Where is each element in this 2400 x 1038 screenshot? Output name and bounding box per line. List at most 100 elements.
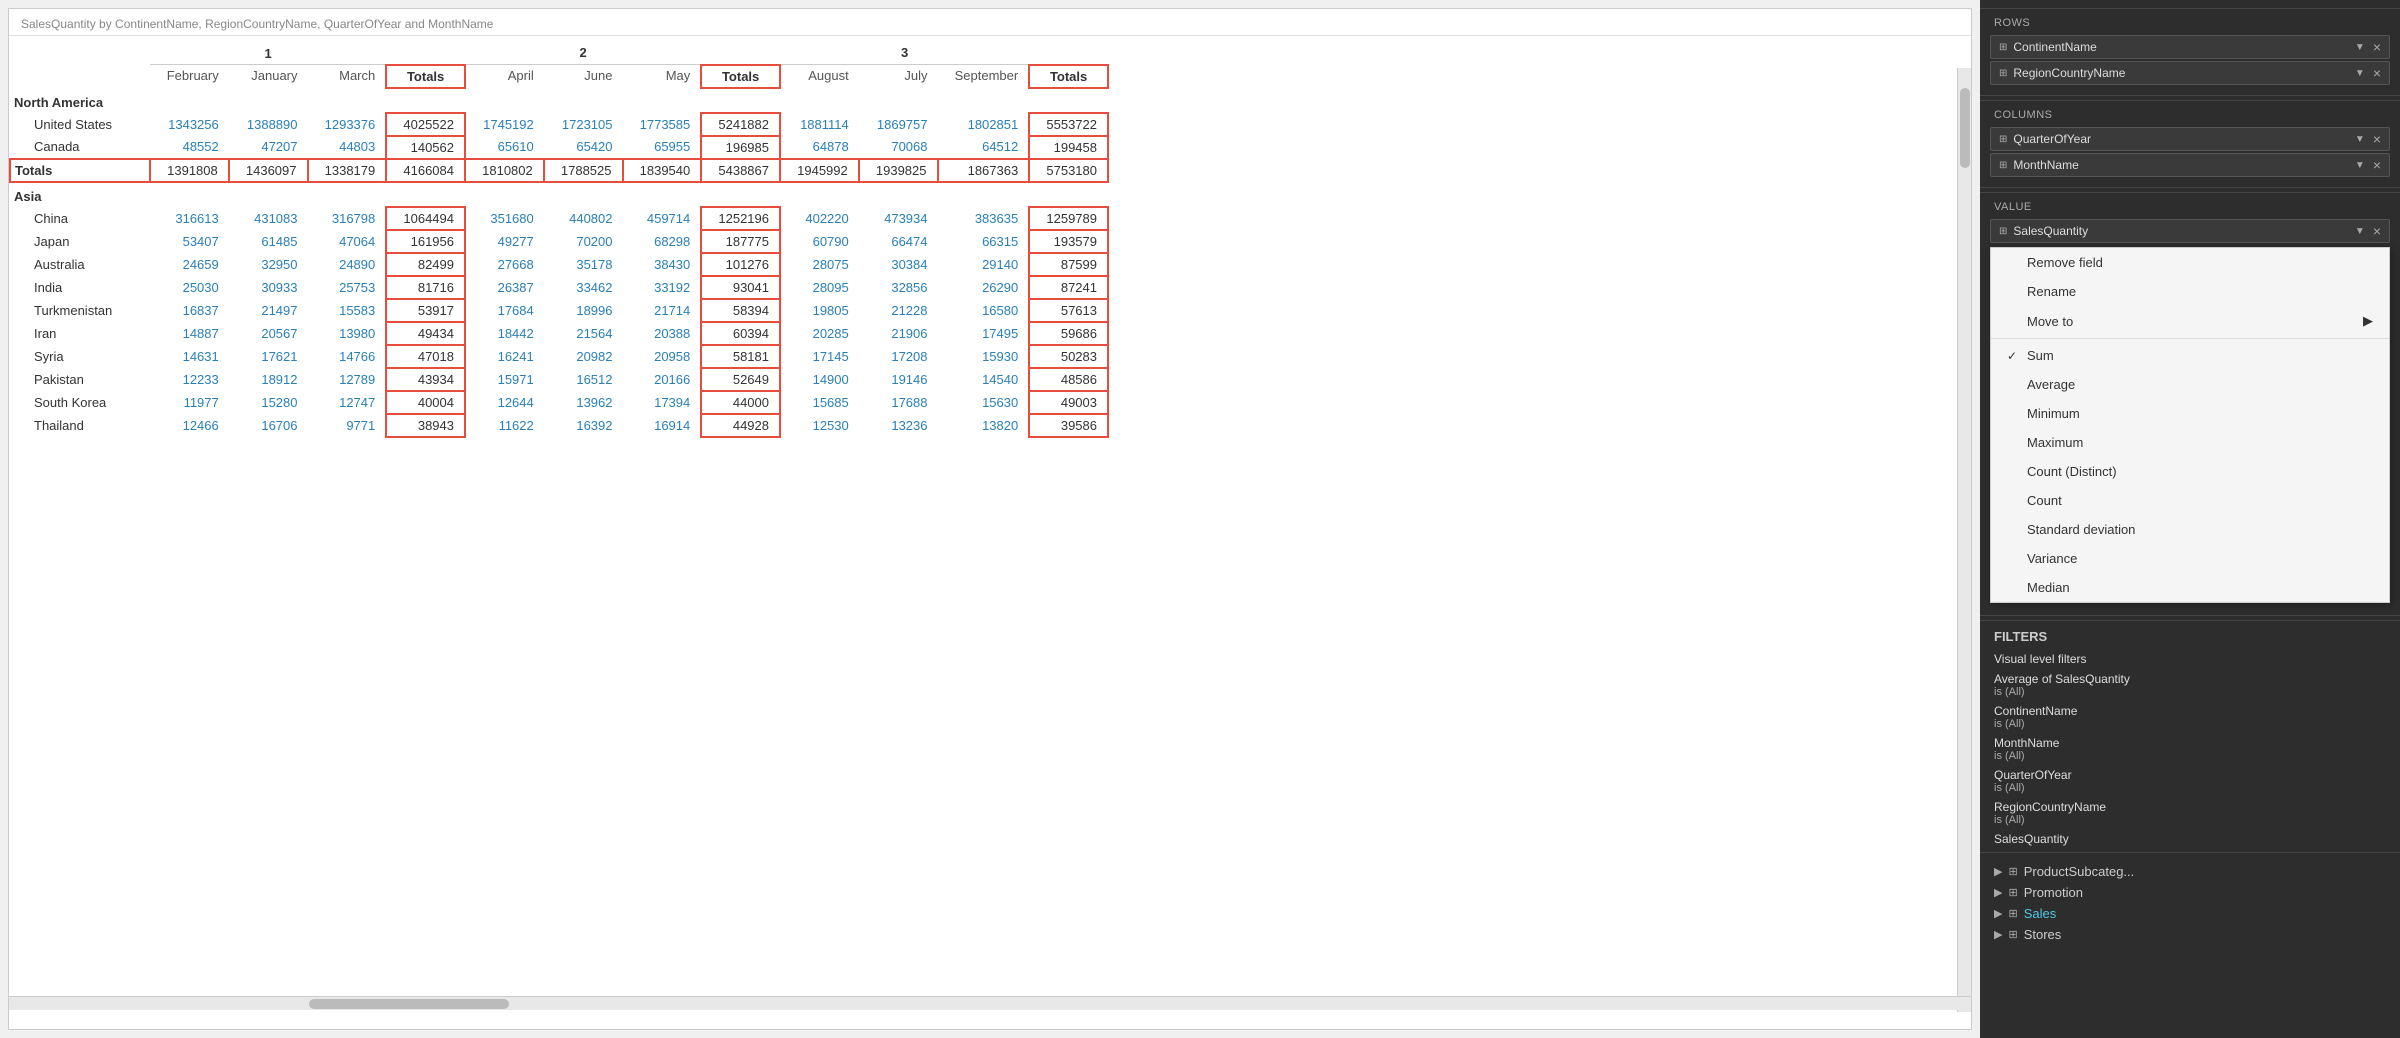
quarter-header-row: 1 2 3 <box>10 36 1108 65</box>
filter-region: RegionCountryName is (All) <box>1980 796 2400 828</box>
tree-stores-label: Stores <box>2024 927 2062 942</box>
region-country-pill[interactable]: ⊞ RegionCountryName ▼ × <box>1990 61 2390 85</box>
dropdown-icon2[interactable]: ▼ <box>2355 68 2365 79</box>
ctx-maximum[interactable]: Maximum <box>1991 428 2389 457</box>
row-south-korea: South Korea 11977 15280 12747 40004 1264… <box>10 391 1108 414</box>
ca-jan: 47207 <box>229 136 308 159</box>
dropdown-icon[interactable]: ▼ <box>2355 42 2365 53</box>
ca-mar: 44803 <box>308 136 387 159</box>
col-sep: September <box>938 65 1030 88</box>
horizontal-scrollbar[interactable] <box>9 996 1971 1010</box>
dropdown-icon3[interactable]: ▼ <box>2355 134 2365 145</box>
filter-quarter-sub: is (All) <box>1994 782 2386 794</box>
ctx-median-label: Median <box>2027 580 2070 595</box>
divider1 <box>1980 95 2400 96</box>
ctx-median[interactable]: Median <box>1991 573 2389 602</box>
us-jan: 1388890 <box>229 113 308 136</box>
scrollbar-thumb-vertical[interactable] <box>1960 88 1970 168</box>
q3-totals-placeholder <box>1029 36 1108 65</box>
ctx-sum[interactable]: ✓ Sum <box>1991 341 2389 370</box>
divider4 <box>1980 852 2400 853</box>
dropdown-icon5[interactable]: ▼ <box>2355 226 2365 237</box>
row-india: India 25030 30933 25753 81716 26387 3346… <box>10 276 1108 299</box>
row-iran: Iran 14887 20567 13980 49434 18442 21564… <box>10 322 1108 345</box>
row-turkmenistan: Turkmenistan 16837 21497 15583 53917 176… <box>10 299 1108 322</box>
ctx-maximum-label: Maximum <box>2027 435 2083 450</box>
ctx-average[interactable]: Average <box>1991 370 2389 399</box>
remove-month-icon[interactable]: × <box>2373 158 2381 172</box>
region-country-label: RegionCountryName <box>2013 66 2125 80</box>
us-sep: 1802851 <box>938 113 1030 136</box>
ctx-variance-label: Variance <box>2027 551 2077 566</box>
ca-jul: 70068 <box>859 136 938 159</box>
tree-item-stores[interactable]: ▶ ⊞ Stores <box>1980 924 2400 945</box>
grid-icon2: ⊞ <box>2008 886 2017 899</box>
us-jun: 1723105 <box>544 113 623 136</box>
us-aug: 1881114 <box>780 113 859 136</box>
tree-section: ▶ ⊞ ProductSubcateg... ▶ ⊞ Promotion ▶ ⊞… <box>1980 857 2400 949</box>
row-label: Canada <box>10 136 150 159</box>
header-empty <box>10 36 150 65</box>
filter-continent-label: ContinentName <box>1994 704 2386 718</box>
rows-section: Rows ⊞ ContinentName ▼ × ⊞ RegionCountry… <box>1980 8 2400 91</box>
tree-item-productsubcat[interactable]: ▶ ⊞ ProductSubcateg... <box>1980 861 2400 882</box>
matrix-wrapper: 1 2 3 February January March Totals <box>9 36 1971 1028</box>
arrow-icon2: ▶ <box>1994 886 2002 899</box>
visual-title: SalesQuantity by ContinentName, RegionCo… <box>9 9 1971 36</box>
divider2 <box>1980 187 2400 188</box>
month-name-pill[interactable]: ⊞ MonthName ▼ × <box>1990 153 2390 177</box>
filter-month: MonthName is (All) <box>1980 732 2400 764</box>
filters-section: FILTERS Visual level filters Average of … <box>1980 620 2400 848</box>
remove-region-icon[interactable]: × <box>2373 66 2381 80</box>
na-tot-sep: 1867363 <box>938 159 1030 182</box>
us-mar: 1293376 <box>308 113 387 136</box>
ctx-variance[interactable]: Variance <box>1991 544 2389 573</box>
remove-continent-icon[interactable]: × <box>2373 40 2381 54</box>
vertical-scrollbar[interactable] <box>1957 68 1971 1012</box>
ca-jun: 65420 <box>544 136 623 159</box>
col-aug: August <box>780 65 859 88</box>
remove-quarter-icon[interactable]: × <box>2373 132 2381 146</box>
right-panel: Rows ⊞ ContinentName ▼ × ⊞ RegionCountry… <box>1980 0 2400 1038</box>
na-tot-feb: 1391808 <box>150 159 229 182</box>
us-q1-tot: 4025522 <box>386 113 465 136</box>
us-may: 1773585 <box>623 113 702 136</box>
sales-quantity-pill[interactable]: ⊞ SalesQuantity ▼ × <box>1990 219 2390 243</box>
ca-q3-tot: 199458 <box>1029 136 1108 159</box>
filter-avg-sub: is (All) <box>1994 686 2386 698</box>
filter-avg-salesqty: Average of SalesQuantity is (All) <box>1980 668 2400 700</box>
ctx-count-label: Count <box>2027 493 2062 508</box>
scrollbar-thumb-horizontal[interactable] <box>309 999 509 1009</box>
filter-salesqty: SalesQuantity <box>1980 828 2400 848</box>
ctx-std-dev[interactable]: Standard deviation <box>1991 515 2389 544</box>
sales-quantity-label: SalesQuantity <box>2013 224 2088 238</box>
ctx-move-to[interactable]: Move to ▶ <box>1991 306 2389 336</box>
ctx-count-distinct[interactable]: Count (Distinct) <box>1991 457 2389 486</box>
ca-apr: 65610 <box>465 136 544 159</box>
ctx-count[interactable]: Count <box>1991 486 2389 515</box>
tree-sales-label: Sales <box>2024 906 2057 921</box>
continent-asia: Asia <box>10 182 1108 207</box>
dropdown-icon4[interactable]: ▼ <box>2355 160 2365 171</box>
continent-name-pill[interactable]: ⊞ ContinentName ▼ × <box>1990 35 2390 59</box>
na-tot-jun: 1788525 <box>544 159 623 182</box>
matrix-table: 1 2 3 February January March Totals <box>9 36 1109 438</box>
grid-small-icon4: ⊞ <box>1999 160 2007 171</box>
filter-continent: ContinentName is (All) <box>1980 700 2400 732</box>
row-united-states: United States 1343256 1388890 1293376 40… <box>10 113 1108 136</box>
ctx-remove-field[interactable]: Remove field <box>1991 248 2389 277</box>
tree-item-promotion[interactable]: ▶ ⊞ Promotion <box>1980 882 2400 903</box>
quarter-of-year-pill[interactable]: ⊞ QuarterOfYear ▼ × <box>1990 127 2390 151</box>
tree-item-sales[interactable]: ▶ ⊞ Sales <box>1980 903 2400 924</box>
na-tot-q2: 5438867 <box>701 159 780 182</box>
ca-aug: 64878 <box>780 136 859 159</box>
remove-salesqty-icon[interactable]: × <box>2373 224 2381 238</box>
arrow-icon3: ▶ <box>1994 907 2002 920</box>
ctx-count-distinct-label: Count (Distinct) <box>2027 464 2117 479</box>
value-section: Value ⊞ SalesQuantity ▼ × Remove field <box>1980 192 2400 611</box>
matrix-container[interactable]: 1 2 3 February January March Totals <box>9 36 1971 996</box>
ctx-rename[interactable]: Rename <box>1991 277 2389 306</box>
col-region <box>10 65 150 88</box>
ctx-minimum[interactable]: Minimum <box>1991 399 2389 428</box>
continent-name-label: ContinentName <box>2013 40 2096 54</box>
